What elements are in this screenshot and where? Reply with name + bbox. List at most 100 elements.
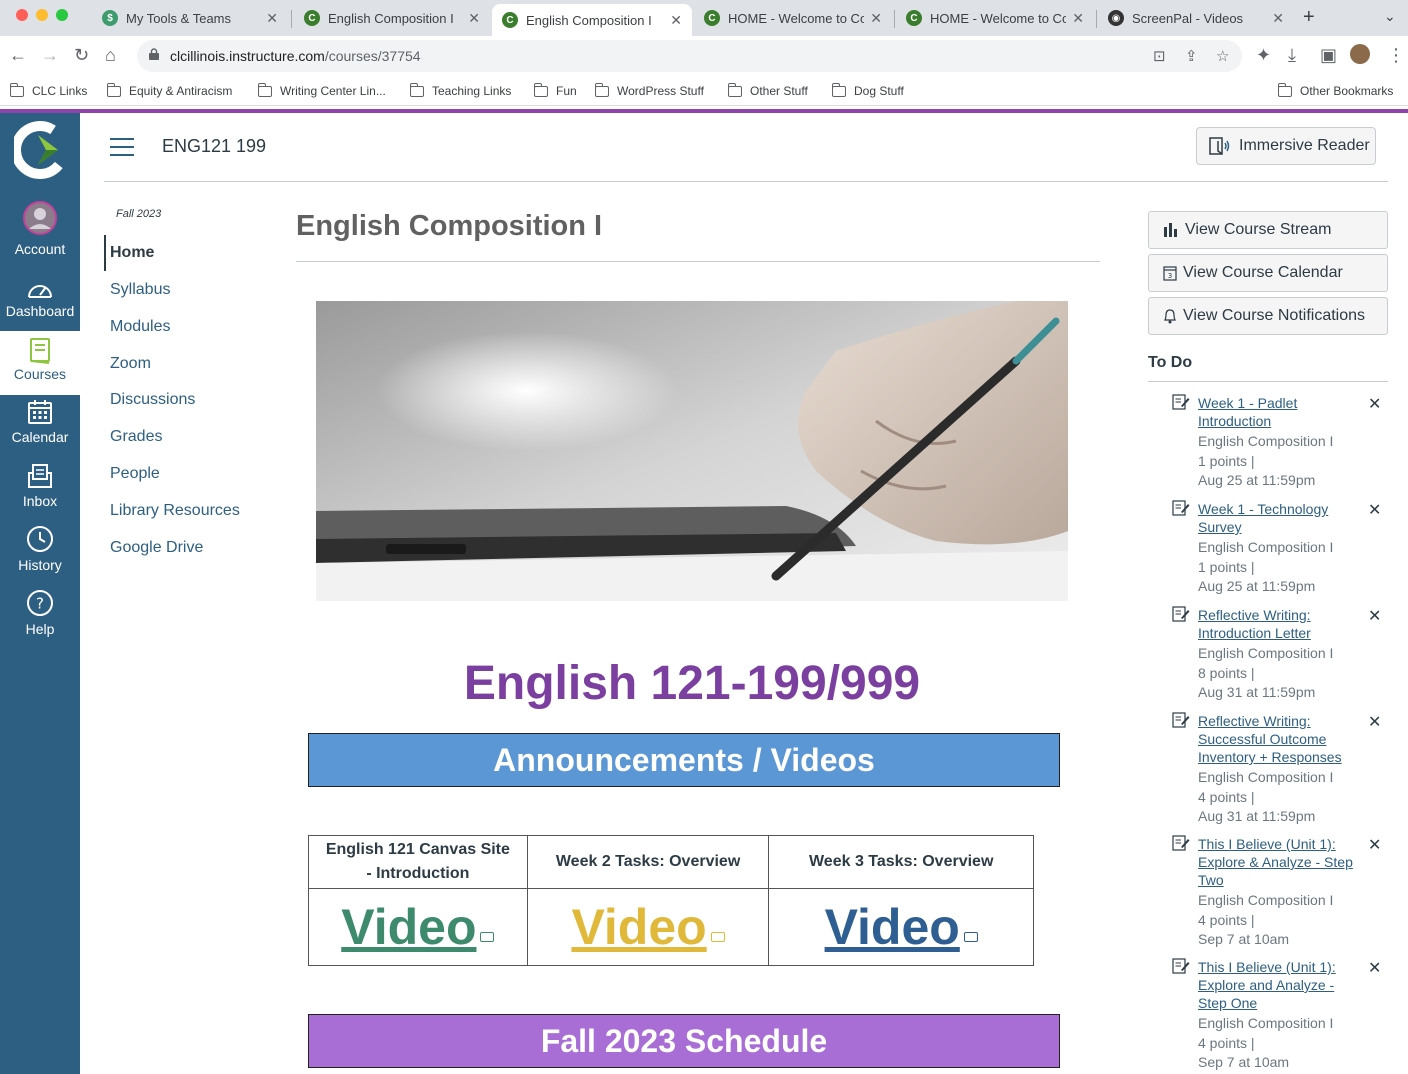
video-link-week2[interactable]: Video [571, 899, 706, 955]
browser-tab-1[interactable]: $ My Tools & Teams ✕ [92, 4, 288, 32]
bookmark-folder[interactable]: Other Stuff [727, 82, 808, 98]
global-nav-history[interactable]: History [0, 525, 80, 587]
todo-link[interactable]: Reflective Writing: Successful Outcome I… [1198, 712, 1358, 766]
course-nav-discussions[interactable]: Discussions [104, 382, 264, 418]
new-tab-icon[interactable]: + [1303, 6, 1315, 29]
todo-link[interactable]: This I Believe (Unit 1): Explore & Analy… [1198, 835, 1358, 889]
dismiss-close-icon[interactable]: ✕ [1368, 835, 1381, 855]
back-arrow-icon[interactable]: ← [9, 45, 27, 66]
profile-avatar-icon[interactable] [1350, 44, 1370, 64]
browser-tab-2[interactable]: C English Composition I ✕ [294, 4, 490, 32]
screenpal-favicon-icon: ◉ [1108, 10, 1124, 26]
bookmark-folder[interactable]: Fun [533, 82, 577, 98]
breadcrumb-course[interactable]: ENG121 199 [162, 136, 266, 157]
view-course-notifications-button[interactable]: View Course Notifications [1148, 297, 1388, 335]
close-tab-icon[interactable]: ✕ [468, 10, 480, 27]
bookmark-folder[interactable]: Writing Center Lin... [257, 82, 386, 98]
window-zoom-button[interactable] [56, 9, 68, 21]
bookmark-folder[interactable]: WordPress Stuff [594, 82, 704, 98]
immersive-reader-label: Immersive Reader [1239, 137, 1370, 154]
course-nav-google-drive[interactable]: Google Drive [104, 530, 264, 566]
install-app-icon[interactable]: ⊡ [1153, 47, 1166, 65]
video-header-intro: English 121 Canvas Site - Introduction [308, 835, 528, 889]
todo-points: 4 points | [1198, 1034, 1255, 1051]
folder-icon [533, 82, 548, 97]
todo-course: English Composition I [1198, 645, 1334, 661]
folder-icon [9, 82, 24, 97]
todo-link[interactable]: Week 1 - Technology Survey [1198, 500, 1358, 536]
browser-tab-4[interactable]: C HOME - Welcome to Co ✕ [694, 4, 892, 32]
global-nav-help[interactable]: ? Help [0, 589, 80, 651]
todo-course: English Composition I [1198, 539, 1334, 555]
course-menu-toggle-icon[interactable] [110, 138, 134, 156]
browser-tab-5[interactable]: C HOME - Welcome to Co ✕ [896, 4, 1094, 32]
dismiss-close-icon[interactable]: ✕ [1368, 500, 1381, 520]
global-nav-courses[interactable]: Courses [0, 331, 80, 395]
folder-icon [257, 82, 272, 97]
course-nav-modules[interactable]: Modules [104, 309, 264, 345]
tab-title: ScreenPal - Videos [1132, 10, 1244, 26]
view-course-stream-button[interactable]: View Course Stream [1148, 211, 1388, 249]
downloads-icon[interactable]: ⤓ [1288, 45, 1296, 66]
immersive-reader-button[interactable]: Immersive Reader [1196, 127, 1376, 165]
bookmark-folder[interactable]: Teaching Links [409, 82, 511, 98]
window-close-button[interactable] [16, 9, 28, 21]
close-tab-icon[interactable]: ✕ [670, 12, 682, 29]
bookmark-folder[interactable]: CLC Links [9, 82, 87, 98]
todo-link[interactable]: Reflective Writing: Introduction Letter [1198, 606, 1358, 642]
browser-tab-3-active[interactable]: C English Composition I ✕ [492, 4, 692, 36]
course-nav-syllabus[interactable]: Syllabus [104, 272, 264, 308]
window-minimize-button[interactable] [36, 9, 48, 21]
other-bookmarks-folder[interactable]: Other Bookmarks [1277, 82, 1393, 98]
reload-icon[interactable]: ↻ [74, 45, 89, 66]
close-tab-icon[interactable]: ✕ [1072, 10, 1084, 27]
course-nav-home[interactable]: Home [104, 235, 264, 271]
side-panel-icon[interactable]: ▣ [1320, 45, 1337, 66]
todo-due: Sep 7 at 10am [1198, 1054, 1290, 1070]
forward-arrow-icon[interactable]: → [41, 45, 59, 66]
course-nav-people[interactable]: People [104, 456, 264, 492]
address-bar[interactable]: clcillinois.instructure.com/courses/3775… [137, 40, 1242, 72]
bookmark-folder[interactable]: Equity & Antiracism [106, 82, 232, 98]
video-link-week3[interactable]: Video [825, 899, 960, 955]
global-nav-account[interactable]: Account [0, 195, 80, 261]
button-label: View Course Notifications [1183, 307, 1366, 324]
bookmark-folder[interactable]: Dog Stuff [831, 82, 904, 98]
close-tab-icon[interactable]: ✕ [266, 10, 278, 27]
dismiss-close-icon[interactable]: ✕ [1368, 606, 1381, 626]
course-nav-grades[interactable]: Grades [104, 419, 264, 455]
global-nav-inbox[interactable]: Inbox [0, 461, 80, 523]
tab-title: HOME - Welcome to Co [930, 10, 1067, 26]
bookmark-star-icon[interactable]: ☆ [1216, 47, 1229, 65]
extensions-puzzle-icon[interactable]: ✦ [1256, 45, 1271, 66]
tab-search-chevron-icon[interactable]: ⌄ [1384, 8, 1396, 25]
nav-label: History [18, 557, 62, 573]
todo-due: Aug 25 at 11:59pm [1198, 578, 1316, 594]
dismiss-close-icon[interactable]: ✕ [1368, 712, 1381, 732]
folder-icon [106, 82, 121, 97]
browser-tab-6[interactable]: ◉ ScreenPal - Videos ✕ [1098, 4, 1294, 32]
canvas-logo-icon[interactable] [14, 119, 66, 181]
video-link-intro[interactable]: Video [341, 899, 476, 955]
course-nav-library-resources[interactable]: Library Resources [104, 493, 264, 529]
close-tab-icon[interactable]: ✕ [1272, 10, 1284, 27]
video-cell: Video [308, 888, 528, 966]
bookmarks-bar: CLC Links Equity & Antiracism Writing Ce… [0, 76, 1408, 106]
dashboard-gauge-icon [28, 285, 52, 298]
share-icon[interactable]: ⇪ [1185, 47, 1198, 65]
folder-icon [831, 82, 846, 97]
global-nav-calendar[interactable]: Calendar [0, 397, 80, 459]
dismiss-close-icon[interactable]: ✕ [1368, 394, 1381, 414]
home-icon[interactable]: ⌂ [105, 45, 116, 66]
inbox-icon [28, 464, 52, 488]
tab-title: HOME - Welcome to Co [728, 10, 865, 26]
global-nav-dashboard[interactable]: Dashboard [0, 273, 80, 335]
course-nav-zoom[interactable]: Zoom [104, 346, 264, 382]
close-tab-icon[interactable]: ✕ [870, 10, 882, 27]
todo-link[interactable]: Week 1 - Padlet Introduction [1198, 394, 1358, 430]
todo-link[interactable]: This I Believe (Unit 1): Explore and Ana… [1198, 958, 1358, 1012]
dismiss-close-icon[interactable]: ✕ [1368, 958, 1381, 978]
browser-menu-icon[interactable]: ⋮ [1387, 45, 1405, 66]
video-table-header-row: English 121 Canvas Site - Introduction W… [308, 835, 1034, 889]
view-course-calendar-button[interactable]: 3 View Course Calendar [1148, 254, 1388, 292]
